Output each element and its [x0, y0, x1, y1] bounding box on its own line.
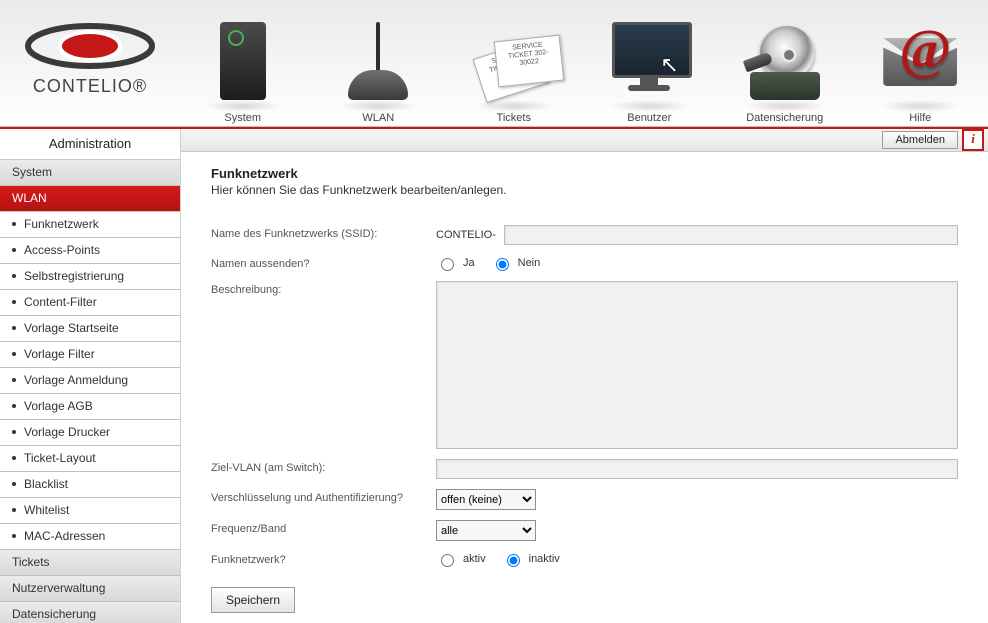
sidebar-item-whitelist[interactable]: Whitelist	[0, 498, 180, 524]
nav-system-label: System	[175, 112, 311, 124]
band-label: Frequenz/Band	[211, 520, 436, 535]
nav-tickets[interactable]: SERVICE TICKET 302-30022 SERVICE TICKET …	[446, 0, 582, 126]
description-textarea[interactable]	[436, 281, 958, 449]
sidebar-group-wlan[interactable]: WLAN	[0, 186, 180, 212]
brand-logo: CONTELIO®	[10, 22, 170, 97]
sidebar-item-ticket-layout[interactable]: Ticket-Layout	[0, 446, 180, 472]
state-inactive-radio[interactable]	[507, 554, 520, 567]
sidebar-item-access-points[interactable]: Access-Points	[0, 238, 180, 264]
sidebar-title: Administration	[0, 129, 180, 160]
ssid-prefix: CONTELIO-	[436, 229, 496, 241]
top-nav: System WLAN SERVICE TICKET 302-30022 SER…	[175, 0, 988, 126]
ssid-input[interactable]	[504, 225, 958, 245]
sidebar-item-blacklist[interactable]: Blacklist	[0, 472, 180, 498]
page-title: Funknetzwerk	[211, 166, 958, 181]
sidebar-item-vorlage-agb[interactable]: Vorlage AGB	[0, 394, 180, 420]
page-subtitle: Hier können Sie das Funknetzwerk bearbei…	[211, 183, 958, 197]
description-label: Beschreibung:	[211, 281, 436, 296]
sidebar-group-system[interactable]: System	[0, 160, 180, 186]
logout-button[interactable]: Abmelden	[882, 131, 958, 149]
content: Funknetzwerk Hier können Sie das Funknet…	[181, 152, 988, 623]
nav-backup-label: Datensicherung	[717, 112, 853, 124]
nav-help-label: Hilfe	[853, 112, 988, 124]
broadcast-label: Namen aussenden?	[211, 255, 436, 270]
brand-name: CONTELIO®	[10, 76, 170, 97]
toolbar: Abmelden i	[181, 129, 988, 152]
save-button[interactable]: Speichern	[211, 587, 295, 613]
nav-users[interactable]: ↖ Benutzer	[582, 0, 718, 126]
encryption-label: Verschlüsselung und Authentifizierung?	[211, 489, 436, 504]
state-inactive-label: inaktiv	[529, 553, 560, 565]
backup-icon	[742, 22, 828, 100]
ssid-label: Name des Funknetzwerks (SSID):	[211, 225, 436, 240]
sidebar-item-mac-adressen[interactable]: MAC-Adressen	[0, 524, 180, 550]
state-label: Funknetzwerk?	[211, 551, 436, 566]
broadcast-yes-radio[interactable]	[441, 258, 454, 271]
sidebar-item-content-filter[interactable]: Content-Filter	[0, 290, 180, 316]
header: CONTELIO® System WLAN SERVICE TICKET 302…	[0, 0, 988, 127]
sidebar-item-vorlage-anmeldung[interactable]: Vorlage Anmeldung	[0, 368, 180, 394]
nav-tickets-label: Tickets	[446, 112, 582, 124]
nav-wlan[interactable]: WLAN	[311, 0, 447, 126]
nav-help[interactable]: @ Hilfe	[853, 0, 988, 126]
vlan-input[interactable]	[436, 459, 958, 479]
sidebar-item-vorlage-filter[interactable]: Vorlage Filter	[0, 342, 180, 368]
nav-backup[interactable]: Datensicherung	[717, 0, 853, 126]
info-icon[interactable]: i	[962, 129, 984, 151]
state-active-label: aktiv	[463, 553, 486, 565]
nav-wlan-label: WLAN	[311, 112, 447, 124]
band-select[interactable]: alle	[436, 520, 536, 541]
sidebar: Administration System WLAN Funknetzwerk …	[0, 129, 181, 623]
encryption-select[interactable]: offen (keine)	[436, 489, 536, 510]
broadcast-no-radio[interactable]	[496, 258, 509, 271]
sidebar-group-tickets[interactable]: Tickets	[0, 550, 180, 576]
nav-users-label: Benutzer	[582, 112, 718, 124]
sidebar-item-vorlage-drucker[interactable]: Vorlage Drucker	[0, 420, 180, 446]
broadcast-yes-label: Ja	[463, 257, 475, 269]
main: Abmelden i Funknetzwerk Hier können Sie …	[181, 129, 988, 623]
sidebar-group-nutzerverwaltung[interactable]: Nutzerverwaltung	[0, 576, 180, 602]
wlan-antenna-icon	[343, 22, 413, 100]
vlan-label: Ziel-VLAN (am Switch):	[211, 459, 436, 474]
sidebar-item-vorlage-startseite[interactable]: Vorlage Startseite	[0, 316, 180, 342]
sidebar-item-selbstregistrierung[interactable]: Selbstregistrierung	[0, 264, 180, 290]
sidebar-group-datensicherung[interactable]: Datensicherung	[0, 602, 180, 623]
system-icon	[220, 22, 266, 100]
state-active-radio[interactable]	[441, 554, 454, 567]
tickets-icon: SERVICE TICKET 302-30022 SERVICE TICKET …	[474, 32, 554, 100]
brand-eye-icon	[20, 22, 160, 70]
broadcast-no-label: Nein	[518, 257, 541, 269]
help-mail-icon: @	[877, 22, 963, 100]
monitor-cursor-icon: ↖	[606, 22, 692, 100]
sidebar-item-funknetzwerk[interactable]: Funknetzwerk	[0, 212, 180, 238]
nav-system[interactable]: System	[175, 0, 311, 126]
